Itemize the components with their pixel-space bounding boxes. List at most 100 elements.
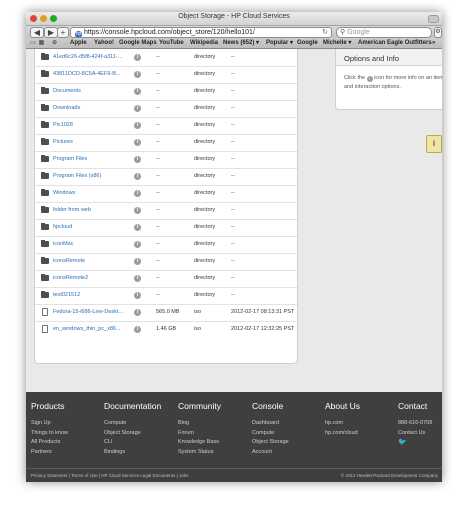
address-bar[interactable]: hp https://console.hpcloud.com/object_sto… [70, 27, 332, 38]
footer-link[interactable]: Compute [104, 419, 161, 429]
address-text: https://console.hpcloud.com/object_store… [84, 29, 255, 36]
object-name-link[interactable]: en_windows_thin_pc_x86... [53, 321, 129, 338]
folder-row[interactable]: folder from web i -- directory -- [35, 202, 297, 220]
toolbar-toggle-button[interactable] [428, 15, 439, 23]
footer-link[interactable]: Things to know [31, 429, 68, 439]
bookmark-item[interactable]: Google [297, 38, 318, 48]
info-icon[interactable]: i [134, 139, 141, 146]
forward-button[interactable]: ▶ [44, 27, 58, 38]
folder-row[interactable]: 41ed6c26-d5f8-424f-a311-... i -- directory -… [35, 49, 297, 67]
back-button[interactable]: ◀ [30, 27, 44, 38]
footer-link[interactable]: Blog [178, 419, 221, 429]
footer-link[interactable]: 888-616-0708 [398, 419, 432, 429]
info-icon[interactable]: i [134, 71, 141, 78]
footer-link[interactable]: hp.com/cloud [325, 429, 360, 439]
bookmark-item[interactable]: News (652) ▾ [223, 38, 259, 48]
more-bookmarks-icon[interactable]: » [432, 38, 435, 48]
bookmark-item[interactable]: Wikipedia [190, 38, 218, 48]
footer-link[interactable]: Partners [31, 448, 68, 458]
file-row[interactable]: Fedora-15-i686-Live-Deskt... i 565.0 MB iso… [35, 304, 297, 322]
panel-description: Click the i icon for more info on an ite… [344, 74, 442, 92]
bookmarks-bar: ▭▦ ⊕ Apple Yahoo! Google Maps YouTube Wi… [26, 38, 442, 49]
folder-row[interactable]: Downloads i -- directory -- [35, 100, 297, 118]
info-icon[interactable]: i [134, 309, 141, 316]
footer-link[interactable]: Forum [178, 429, 221, 439]
footer-legal-links[interactable]: Privacy Statement | Terms of Use | HP Cl… [31, 469, 188, 482]
reload-icon[interactable]: ↻ [322, 28, 328, 37]
footer-link[interactable]: Sign Up [31, 419, 68, 429]
info-icon[interactable]: i [134, 224, 141, 231]
info-icon[interactable]: i [134, 122, 141, 129]
bookmark-item[interactable]: Popular ▾ [266, 38, 293, 48]
folder-row[interactable]: Pic1028 i -- directory -- [35, 117, 297, 135]
object-name-link[interactable]: Downloads [53, 100, 129, 117]
info-icon[interactable]: i [134, 292, 141, 299]
bookmark-item[interactable]: American Eagle Outfitters [358, 38, 432, 48]
bookmark-item[interactable]: Michelle ▾ [323, 38, 351, 48]
info-icon[interactable]: i [134, 241, 141, 248]
info-icon[interactable]: i [134, 207, 141, 214]
bookmark-item[interactable]: Yahoo! [94, 38, 114, 48]
object-name-link[interactable]: folder from web [53, 202, 129, 219]
bookmark-item[interactable]: YouTube [159, 38, 184, 48]
object-name-link[interactable]: test021512 [53, 287, 129, 304]
help-tab-button[interactable]: i [426, 135, 442, 153]
folder-row[interactable]: 43811DCD-8C5A-4EF9-B... i -- directory -- [35, 66, 297, 84]
object-name-link[interactable]: Windows [53, 185, 129, 202]
folder-row[interactable]: hpcloud i -- directory -- [35, 219, 297, 237]
footer-link[interactable]: All Products [31, 438, 68, 448]
folder-row[interactable]: iconsRemote2 i -- directory -- [35, 270, 297, 288]
file-row[interactable]: en_windows_thin_pc_x86... i 1.46 GB iso 2012… [35, 321, 297, 338]
folder-row[interactable]: iconsRemote i -- directory -- [35, 253, 297, 271]
info-icon[interactable]: i [134, 326, 141, 333]
info-icon[interactable]: i [134, 258, 141, 265]
info-icon[interactable]: i [134, 105, 141, 112]
footer-link[interactable]: Contact Us [398, 429, 432, 439]
search-field[interactable]: ⚲ Google [336, 27, 432, 38]
object-name-link[interactable]: hpcloud [53, 219, 129, 236]
object-name-link[interactable]: 41ed6c26-d5f8-424f-a311-... [53, 49, 129, 66]
footer-link[interactable]: Compute [252, 429, 289, 439]
info-icon[interactable]: i [134, 54, 141, 61]
folder-row[interactable]: Pictures i -- directory -- [35, 134, 297, 152]
footer-link[interactable]: Bindings [104, 448, 161, 458]
footer-column: Console Dashboard Compute Object Storage Acc… [252, 401, 289, 457]
footer-link[interactable]: Object Storage [104, 429, 161, 439]
bookmark-item[interactable]: Apple [70, 38, 87, 48]
info-icon[interactable]: i [134, 190, 141, 197]
object-name-link[interactable]: Fedora-15-i686-Live-Deskt... [53, 304, 129, 321]
add-tab-button[interactable]: + [57, 27, 69, 38]
footer-link[interactable]: Knowledge Base [178, 438, 221, 448]
folder-row[interactable]: Program Files (x86) i -- directory -- [35, 168, 297, 186]
folder-row[interactable]: iconMac i -- directory -- [35, 236, 297, 254]
object-name-link[interactable]: Pictures [53, 134, 129, 151]
object-name-link[interactable]: Program Files (x86) [53, 168, 129, 185]
info-icon[interactable]: i [134, 88, 141, 95]
object-name-link[interactable]: iconsRemote2 [53, 270, 129, 287]
folder-icon [41, 104, 49, 111]
folder-row[interactable]: test021512 i -- directory -- [35, 287, 297, 305]
footer-link[interactable]: Object Storage [252, 438, 289, 448]
footer-link[interactable]: System Status [178, 448, 221, 458]
object-name-link[interactable]: Pic1028 [53, 117, 129, 134]
folder-row[interactable]: Documents i -- directory -- [35, 83, 297, 101]
footer-link[interactable]: hp.com [325, 419, 360, 429]
info-icon[interactable]: i [134, 156, 141, 163]
object-name-link[interactable]: iconsRemote [53, 253, 129, 270]
folder-row[interactable]: Windows i -- directory -- [35, 185, 297, 203]
object-name-link[interactable]: iconMac [53, 236, 129, 253]
folder-row[interactable]: Program Files i -- directory -- [35, 151, 297, 169]
settings-gear-icon[interactable]: ⚙ [434, 27, 442, 38]
folder-icon [41, 223, 49, 230]
footer-link[interactable]: Dashboard [252, 419, 289, 429]
footer-link[interactable]: Account [252, 448, 289, 458]
bookmarks-book-icon[interactable]: ▭▦ ⊕ [30, 38, 60, 48]
object-name-link[interactable]: Program Files [53, 151, 129, 168]
object-name-link[interactable]: 43811DCD-8C5A-4EF9-B... [53, 66, 129, 83]
footer-link[interactable]: CLI [104, 438, 161, 448]
object-name-link[interactable]: Documents [53, 83, 129, 100]
info-icon[interactable]: i [134, 173, 141, 180]
info-icon[interactable]: i [134, 275, 141, 282]
twitter-icon[interactable]: 🐦 [398, 438, 432, 448]
bookmark-item[interactable]: Google Maps [119, 38, 157, 48]
